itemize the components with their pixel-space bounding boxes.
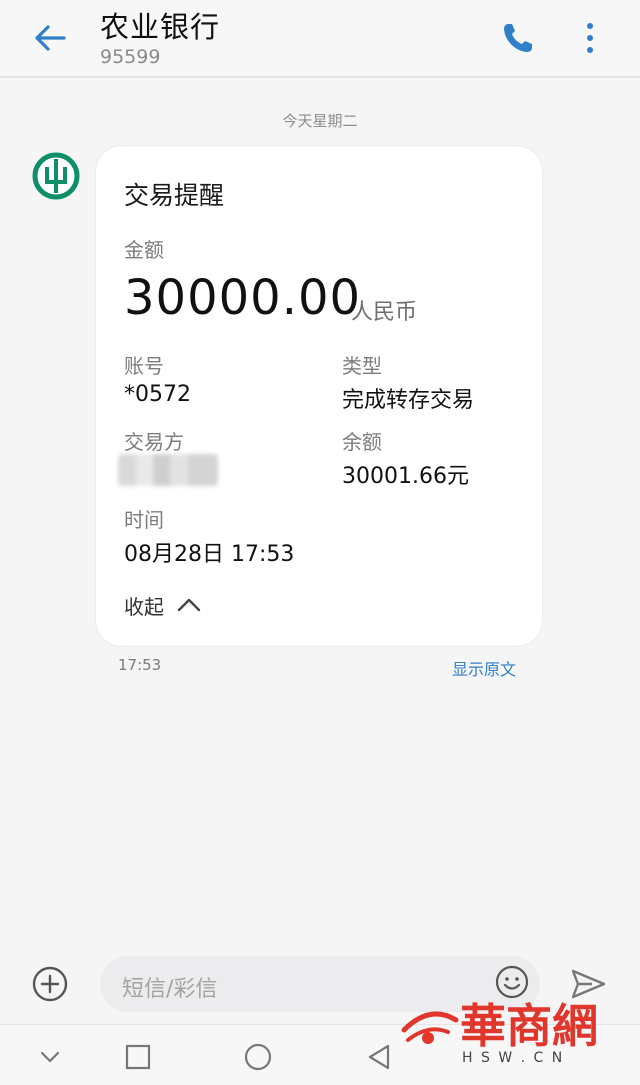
message-title: 交易提醒 [124,181,225,210]
show-original-link[interactable]: 显示原文 [452,656,516,680]
type-label: 类型 [342,354,382,378]
counterparty-label: 交易方 [124,430,184,454]
plus-circle-icon [32,966,68,1002]
watermark-domain: H S W . C N [462,1050,565,1066]
balance-value: 30001.66元 [342,464,469,489]
more-options-button[interactable] [578,18,602,58]
conversation-header: 农业银行 95599 [0,0,640,78]
message-bubble[interactable]: 交易提醒 金额 30000.00 人民币 账号 *0572 类型 完成转存交易 … [96,146,542,646]
time-value: 08月28日 17:53 [124,542,295,567]
contact-name: 农业银行 [100,10,221,44]
add-attachment-button[interactable] [30,964,70,1004]
nav-home-icon [244,1043,272,1071]
account-value: *0572 [124,382,191,407]
collapse-button[interactable]: 收起 [124,590,202,620]
phone-icon [504,24,532,52]
call-button[interactable] [498,18,538,58]
nav-down-icon [40,1051,60,1063]
bank-logo-icon [32,152,80,200]
nav-recents-button[interactable] [122,1041,154,1073]
date-separator: 今天星期二 [282,112,358,130]
sender-avatar[interactable] [30,150,82,202]
type-value: 完成转存交易 [342,388,475,413]
nav-down-button[interactable] [34,1041,66,1073]
chevron-up-icon [177,598,201,612]
currency-label: 人民币 [351,300,418,325]
account-label: 账号 [124,354,164,378]
more-vertical-icon [587,23,593,53]
nav-back-button[interactable] [364,1041,396,1073]
collapse-label: 收起 [124,594,164,619]
time-label: 时间 [124,508,164,532]
nav-back-icon [368,1044,390,1070]
balance-label: 余额 [342,430,382,454]
counterparty-redacted [118,454,218,486]
nav-recents-icon [125,1044,151,1070]
nav-home-button[interactable] [242,1041,274,1073]
message-timestamp: 17:53 [118,656,162,674]
message-input-placeholder: 短信/彩信 [122,977,218,1002]
back-button[interactable] [28,18,72,58]
amount-value: 30000.00 [124,270,362,326]
contact-number: 95599 [100,46,161,68]
svg-text:華商網: 華商網 [460,999,598,1053]
back-arrow-icon [35,25,66,51]
amount-label: 金额 [124,238,164,262]
